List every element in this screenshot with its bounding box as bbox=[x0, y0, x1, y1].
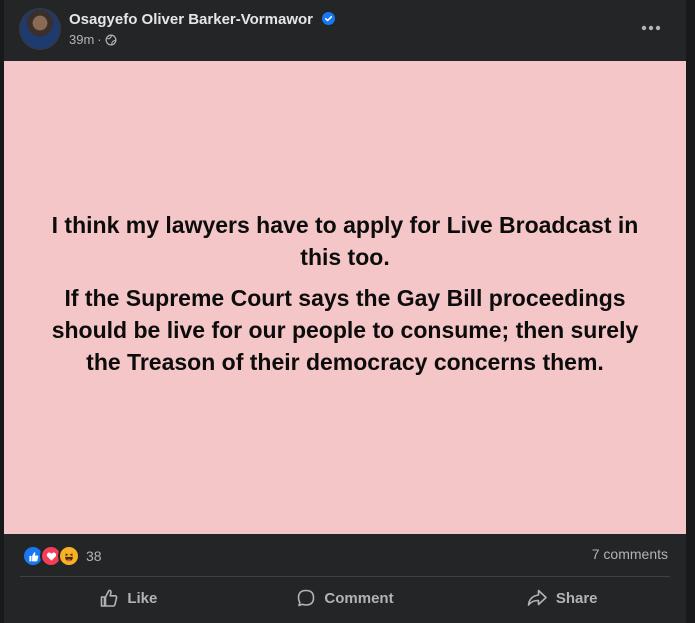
share-button[interactable]: Share bbox=[453, 578, 670, 618]
share-arrow-icon bbox=[527, 589, 547, 606]
comment-bubble-icon bbox=[298, 589, 315, 607]
author-name-text[interactable]: Osagyefo Oliver Barker-Vormawor bbox=[69, 11, 313, 28]
like-button-label: Like bbox=[127, 589, 158, 607]
verified-badge-icon bbox=[322, 12, 336, 25]
comment-button[interactable]: Comment bbox=[237, 578, 454, 618]
post-stats: 38 7 comments bbox=[4, 534, 686, 576]
thumbs-up-icon bbox=[101, 589, 118, 607]
author-avatar[interactable] bbox=[20, 9, 60, 49]
actions-divider bbox=[20, 576, 670, 577]
post-actions-bar: Like Comment Share bbox=[20, 578, 670, 618]
post-content-background: I think my lawyers have to apply for Liv… bbox=[4, 61, 686, 534]
post-text: I think my lawyers have to apply for Liv… bbox=[35, 209, 655, 387]
post-paragraph-1: I think my lawyers have to apply for Liv… bbox=[51, 211, 639, 270]
comment-button-label: Comment bbox=[324, 589, 394, 607]
post-card: Osagyefo Oliver Barker-Vormawor 39m · I … bbox=[4, 0, 686, 623]
globe-icon[interactable] bbox=[105, 34, 117, 46]
author-name[interactable]: Osagyefo Oliver Barker-Vormawor bbox=[69, 11, 336, 28]
post-timestamp[interactable]: 39m bbox=[69, 32, 94, 47]
reactions-summary[interactable]: 38 bbox=[22, 545, 102, 567]
post-paragraph-2: If the Supreme Court says the Gay Bill p… bbox=[51, 284, 639, 375]
haha-reaction-icon bbox=[58, 545, 80, 567]
comments-count-link[interactable]: 7 comments bbox=[592, 546, 668, 562]
like-button[interactable]: Like bbox=[20, 578, 237, 618]
reaction-count: 38 bbox=[86, 548, 102, 564]
more-options-button[interactable] bbox=[635, 14, 667, 42]
post-meta: 39m · bbox=[69, 32, 117, 47]
meta-separator: · bbox=[97, 32, 102, 47]
share-button-label: Share bbox=[555, 589, 598, 607]
post-header: Osagyefo Oliver Barker-Vormawor 39m · bbox=[4, 0, 686, 60]
ellipsis-icon bbox=[641, 25, 661, 31]
